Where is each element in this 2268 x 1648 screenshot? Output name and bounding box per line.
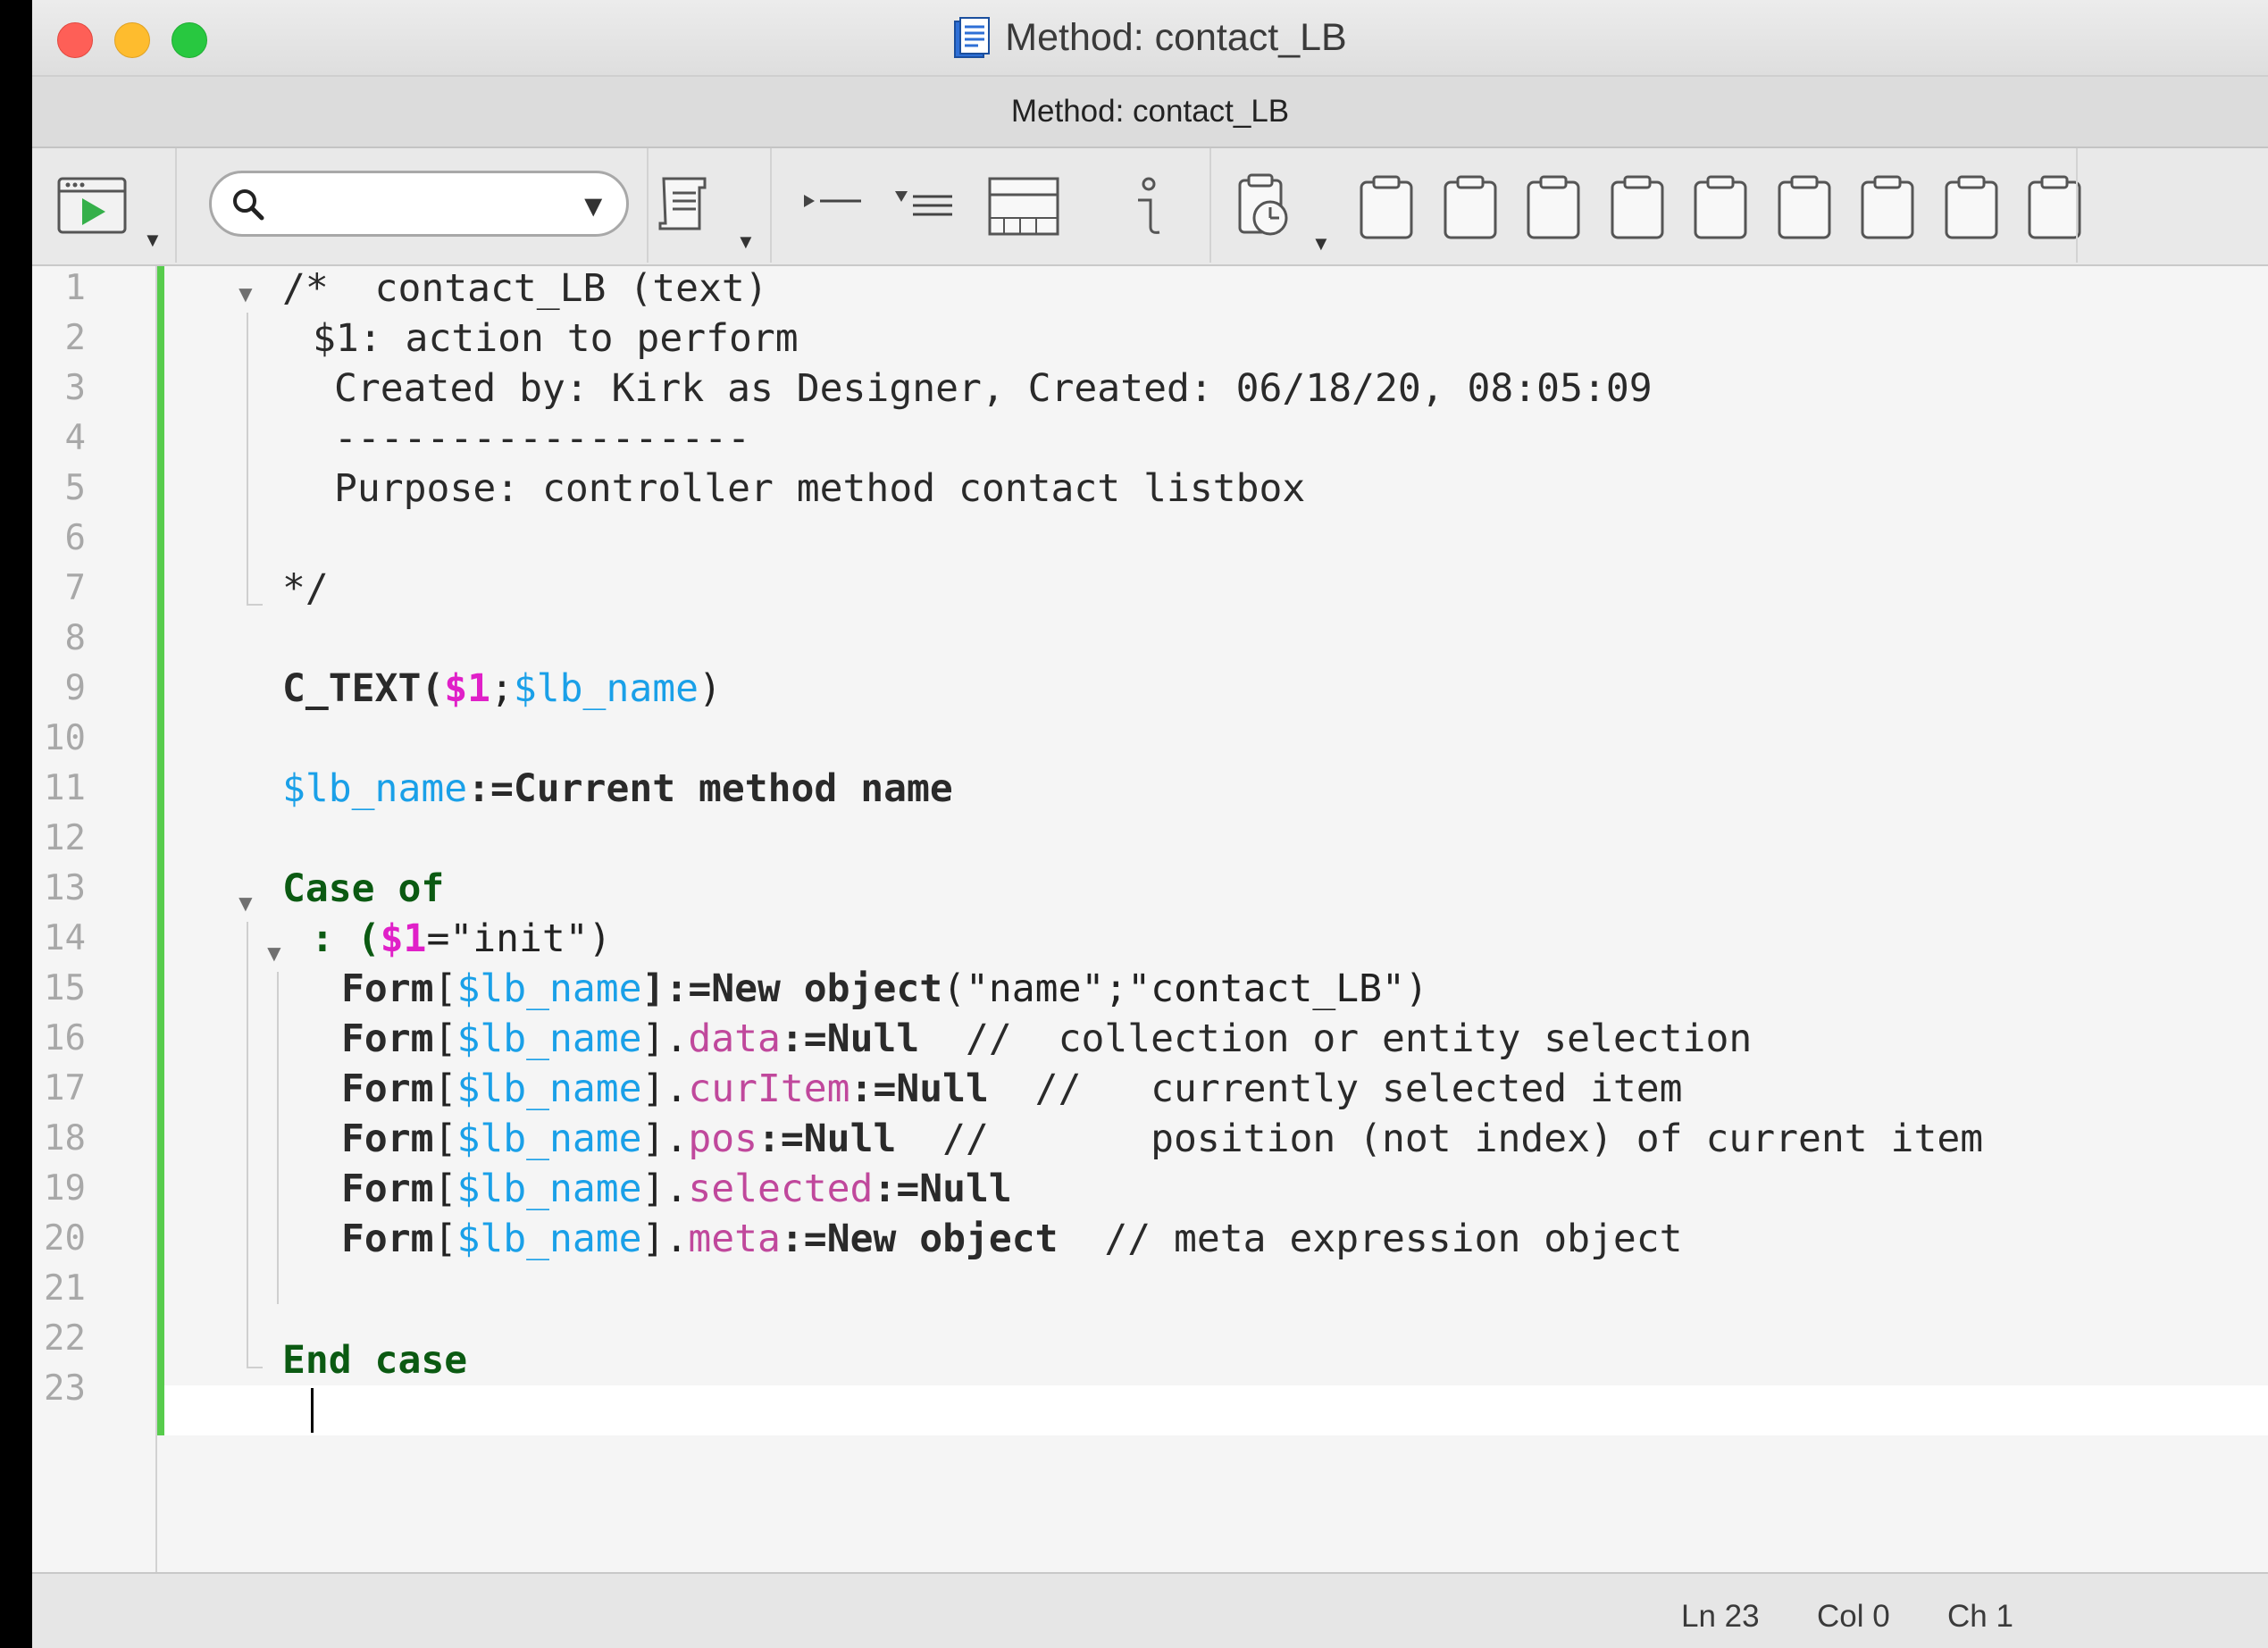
- code-line-3: Created by: Kirk as Designer, Created: 0…: [334, 366, 1653, 411]
- status-line: Ln 23: [1681, 1599, 1760, 1634]
- line-number[interactable]: 10: [32, 718, 86, 758]
- line-number[interactable]: 2: [32, 318, 86, 358]
- search-icon: [233, 189, 264, 221]
- code-line-2: $1: action to perform: [313, 316, 799, 361]
- title-bar: Method: contact_LB: [32, 0, 2268, 77]
- line-number[interactable]: 1: [32, 268, 86, 308]
- line-number[interactable]: 16: [32, 1018, 86, 1058]
- search-input[interactable]: ▼: [209, 171, 629, 237]
- line-number[interactable]: 21: [32, 1268, 86, 1309]
- search-options-caret-icon[interactable]: ▼: [578, 189, 608, 224]
- code-line-14: : ($1="init"): [311, 916, 612, 961]
- clipboard-4-icon[interactable]: [1609, 173, 1666, 241]
- line-number[interactable]: 23: [32, 1368, 86, 1409]
- run-method-icon[interactable]: [55, 175, 130, 238]
- line-number[interactable]: 7: [32, 568, 86, 608]
- fold-toggle-icon[interactable]: ▼: [263, 940, 286, 967]
- line-number[interactable]: 9: [32, 668, 86, 708]
- status-char: Ch 1: [1947, 1599, 2013, 1634]
- line-number[interactable]: 13: [32, 868, 86, 908]
- status-column: Col 0: [1817, 1599, 1890, 1634]
- line-number[interactable]: 6: [32, 518, 86, 558]
- code-line-4: ------------------: [334, 416, 750, 461]
- code-line-19: Form[$lb_name].selected:=Null: [341, 1167, 1012, 1211]
- code-line-20: Form[$lb_name].meta:=New object // meta …: [341, 1217, 1683, 1261]
- method-editor-window: Method: contact_LB Method: contact_LB ▼ …: [32, 0, 2268, 1648]
- code-editor[interactable]: 1 2 3 4 5 6 7 8 9 10 11 12 13 14 15 16 17 18 19 20 21 22 23 ▼ …: [32, 266, 2268, 1572]
- line-number[interactable]: 8: [32, 618, 86, 658]
- text-cursor: [311, 1388, 314, 1433]
- line-number[interactable]: 3: [32, 368, 86, 408]
- clipboard-6-icon[interactable]: [1776, 173, 1833, 241]
- method-list-caret-icon[interactable]: ▼: [736, 230, 756, 254]
- code-line-18: Form[$lb_name].pos:=Null // position (no…: [341, 1117, 1984, 1161]
- current-line-highlight: [164, 1385, 2268, 1435]
- line-number[interactable]: 18: [32, 1118, 86, 1159]
- method-list-icon[interactable]: [653, 173, 726, 239]
- code-line-17: Form[$lb_name].curItem:=Null // currentl…: [341, 1067, 1683, 1111]
- clipboard-history-caret-icon[interactable]: ▼: [1311, 232, 1331, 255]
- info-icon[interactable]: [1124, 175, 1168, 239]
- clipboard-1-icon[interactable]: [1358, 173, 1415, 241]
- expand-all-icon[interactable]: [891, 182, 963, 232]
- line-number[interactable]: 17: [32, 1068, 86, 1108]
- line-number[interactable]: 19: [32, 1168, 86, 1209]
- code-line-13: Case of: [282, 866, 445, 911]
- tab-method-contact-lb[interactable]: Method: contact_LB: [1011, 94, 1289, 130]
- code-line-1: /* contact_LB (text): [282, 266, 768, 311]
- code-line-7: */: [282, 566, 329, 611]
- code-line-11: $lb_name:=Current method name: [282, 766, 953, 811]
- line-number[interactable]: 4: [32, 418, 86, 458]
- code-line-5: Purpose: controller method contact listb…: [334, 466, 1306, 511]
- form-icon[interactable]: [986, 173, 1063, 239]
- line-number[interactable]: 12: [32, 818, 86, 858]
- fold-toggle-icon[interactable]: ▼: [234, 890, 257, 917]
- editor-toolbar: ▼ ▼ ▼ ▼: [32, 148, 2268, 266]
- line-number[interactable]: 15: [32, 968, 86, 1008]
- code-line-15: Form[$lb_name]:=New object("name";"conta…: [341, 966, 1428, 1011]
- code-line-22: End case: [282, 1338, 468, 1383]
- code-line-16: Form[$lb_name].data:=Null // collection …: [341, 1016, 1753, 1061]
- clipboard-7-icon[interactable]: [1859, 173, 1916, 241]
- clipboard-9-icon[interactable]: [2026, 173, 2083, 241]
- window-title: Method: contact_LB: [1005, 15, 1347, 59]
- editor-tab-bar: Method: contact_LB: [32, 77, 2268, 148]
- status-bar: Ln 23 Col 0 Ch 1: [32, 1572, 2268, 1648]
- clipboard-2-icon[interactable]: [1442, 173, 1499, 241]
- line-number[interactable]: 11: [32, 768, 86, 808]
- collapse-all-icon[interactable]: [800, 184, 872, 229]
- run-menu-caret-icon[interactable]: ▼: [143, 229, 163, 252]
- clipboard-3-icon[interactable]: [1525, 173, 1582, 241]
- modified-lines-bar: [157, 266, 164, 1435]
- method-document-icon: [954, 17, 991, 58]
- line-number[interactable]: 22: [32, 1318, 86, 1359]
- clipboard-8-icon[interactable]: [1943, 173, 2000, 241]
- code-line-9: C_TEXT($1;$lb_name): [282, 666, 722, 711]
- clipboard-history-icon[interactable]: [1234, 171, 1306, 243]
- line-number[interactable]: 14: [32, 918, 86, 958]
- line-number[interactable]: 20: [32, 1218, 86, 1259]
- line-number[interactable]: 5: [32, 468, 86, 508]
- clipboard-5-icon[interactable]: [1692, 173, 1749, 241]
- fold-toggle-icon[interactable]: ▼: [234, 280, 257, 308]
